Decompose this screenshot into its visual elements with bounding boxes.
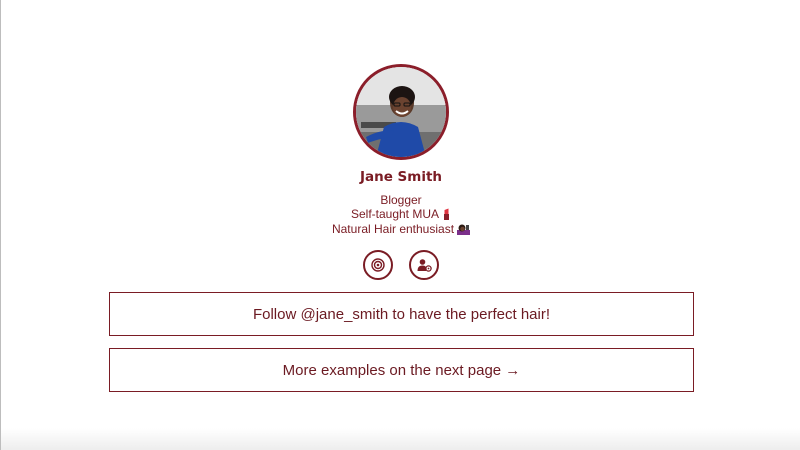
profile-name: Jane Smith (359, 169, 443, 185)
bio-line-text: Self-taught MUA (350, 206, 440, 221)
follow-link-button[interactable]: Follow @jane_smith to have the perfect h… (109, 292, 694, 336)
social-button-target[interactable] (363, 250, 393, 280)
bio-line: Blogger (1, 193, 800, 208)
profile-bio: Blogger Self-taught MUA Natural Hair ent… (1, 193, 800, 239)
avatar (353, 64, 449, 160)
bottom-shadow (1, 428, 800, 450)
person-settings-icon (417, 259, 432, 272)
bio-line: Natural Hair enthusiast (1, 222, 800, 239)
social-links (1, 250, 800, 280)
next-page-link-label: More examples on the next page → (282, 361, 521, 379)
next-page-link-button[interactable]: More examples on the next page → (109, 348, 694, 392)
haircut-icon (457, 223, 471, 239)
lipstick-icon (442, 208, 451, 224)
follow-link-label: Follow @jane_smith to have the perfect h… (252, 305, 551, 323)
social-button-profile[interactable] (409, 250, 439, 280)
avatar-photo (356, 67, 446, 157)
bio-line: Self-taught MUA (1, 206, 800, 224)
bio-line-text: Blogger (380, 193, 422, 207)
bio-line-text: Natural Hair enthusiast (331, 222, 455, 236)
target-icon (371, 258, 385, 272)
